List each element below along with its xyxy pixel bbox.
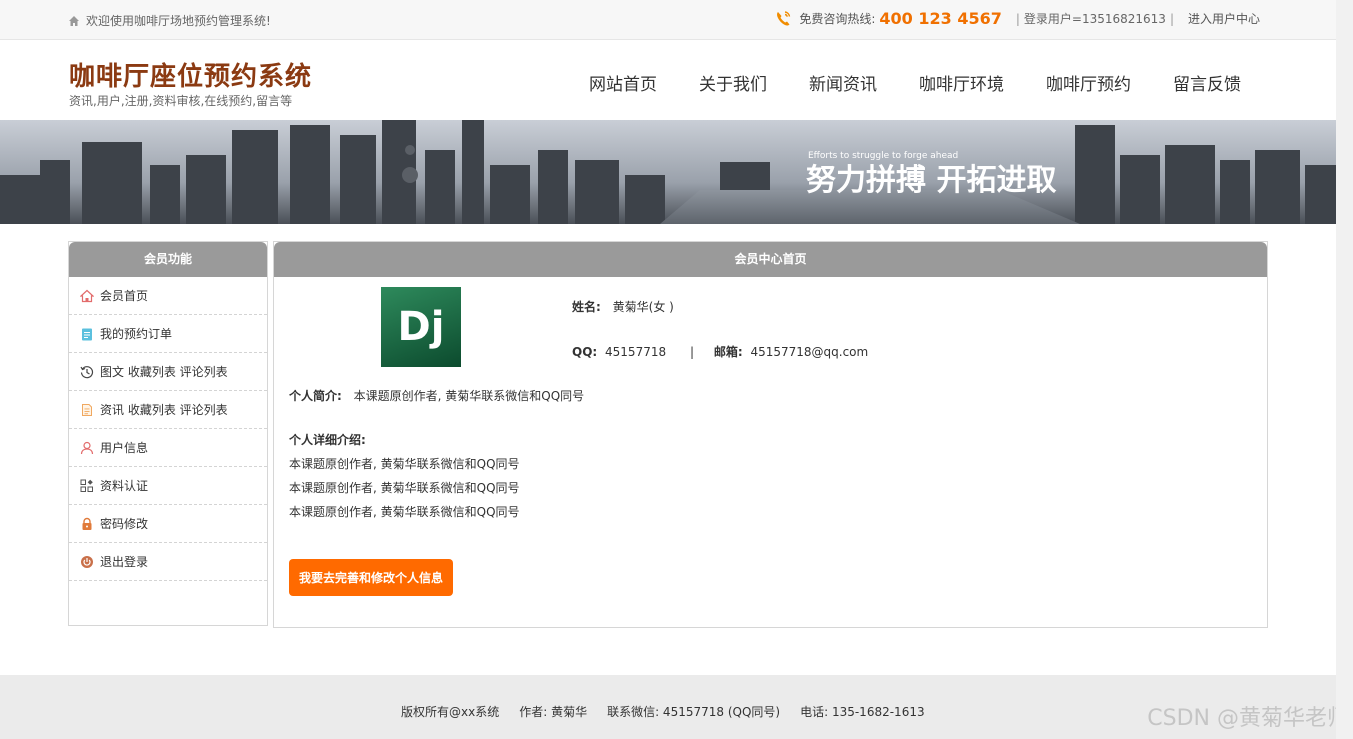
footer-phone: 电话: 135-1682-1613 xyxy=(800,705,925,719)
name-label: 姓名: xyxy=(572,300,601,314)
nav-feedback[interactable]: 留言反馈 xyxy=(1173,70,1241,95)
vertical-scrollbar[interactable] xyxy=(1336,0,1353,739)
sidebar-item-logout[interactable]: 退出登录 xyxy=(69,543,267,581)
member-sidebar: 会员功能 会员首页 我的预约订单 图文 收藏列表 评论列表 资讯 收藏列表 评论… xyxy=(68,241,268,626)
sidebar-item-my-orders[interactable]: 我的预约订单 xyxy=(69,315,267,353)
site-footer: 版权所有@xx系统 作者: 黄菊华 联系微信: 45157718 (QQ同号) … xyxy=(0,675,1336,739)
detail-label: 个人详细介绍: xyxy=(289,431,366,448)
sidebar-item-label: 我的预约订单 xyxy=(100,327,173,341)
sidebar-item-image-text-lists[interactable]: 图文 收藏列表 评论列表 xyxy=(69,353,267,391)
intro-field: 个人简介: 本课题原创作者, 黄菊华联系微信和QQ同号 xyxy=(289,387,584,404)
sidebar-item-label: 密码修改 xyxy=(100,517,149,531)
name-value: 黄菊华(女 ) xyxy=(612,300,674,314)
grid-icon xyxy=(80,479,93,492)
page: 欢迎使用咖啡厅场地预约管理系统! 免费咨询热线: 400 123 4567 | … xyxy=(0,0,1353,739)
site-title[interactable]: 咖啡厅座位预约系统 xyxy=(69,56,312,93)
home-icon xyxy=(80,289,94,302)
sidebar-item-change-password[interactable]: 密码修改 xyxy=(69,505,267,543)
home-icon xyxy=(69,15,79,26)
main-nav: 网站首页 关于我们 新闻资讯 咖啡厅环境 咖啡厅预约 留言反馈 xyxy=(568,70,1262,95)
banner-small-text: Efforts to struggle to forge ahead xyxy=(808,151,958,161)
user-icon xyxy=(80,441,94,454)
detail-line: 本课题原创作者, 黄菊华联系微信和QQ同号 xyxy=(289,481,520,495)
name-field: 姓名: 黄菊华(女 ) xyxy=(572,298,674,315)
nav-about[interactable]: 关于我们 xyxy=(699,70,767,95)
top-right-info: 免费咨询热线: 400 123 4567 | 登录用户=13516821613 … xyxy=(775,9,1260,28)
sidebar-item-verification[interactable]: 资料认证 xyxy=(69,467,267,505)
footer-info: 版权所有@xx系统 作者: 黄菊华 联系微信: 45157718 (QQ同号) … xyxy=(401,703,925,720)
footer-author: 作者: 黄菊华 xyxy=(519,705,588,719)
top-bar: 欢迎使用咖啡厅场地预约管理系统! 免费咨询热线: 400 123 4567 | … xyxy=(0,0,1336,40)
sidebar-item-label: 图文 收藏列表 评论列表 xyxy=(100,365,228,379)
phone-icon xyxy=(777,10,791,26)
nav-news[interactable]: 新闻资讯 xyxy=(809,70,877,95)
detail-label-text: 个人详细介绍: xyxy=(289,433,366,447)
welcome-text: 欢迎使用咖啡厅场地预约管理系统! xyxy=(86,14,271,28)
email-label: 邮箱: xyxy=(713,345,743,359)
member-center-panel: 会员中心首页 Dj 姓名: 黄菊华(女 ) QQ: 45157718 | 邮箱:… xyxy=(273,241,1268,628)
nav-environment[interactable]: 咖啡厅环境 xyxy=(919,70,1004,95)
qq-value: 45157718 xyxy=(605,345,667,359)
nav-home[interactable]: 网站首页 xyxy=(589,70,657,95)
sidebar-item-label: 用户信息 xyxy=(100,441,149,455)
banner-slogan: 努力拼搏 开拓进取 xyxy=(806,163,1056,198)
sidebar-item-user-info[interactable]: 用户信息 xyxy=(69,429,267,467)
clipboard-icon xyxy=(82,328,92,340)
avatar: Dj xyxy=(381,287,461,367)
contact-field: QQ: 45157718 | 邮箱: 45157718@qq.com xyxy=(572,343,868,360)
document-icon xyxy=(82,403,92,416)
nav-reservation[interactable]: 咖啡厅预约 xyxy=(1046,70,1131,95)
user-center-link[interactable]: 进入用户中心 xyxy=(1188,10,1260,27)
qq-label: QQ: xyxy=(572,345,598,359)
sidebar-item-label: 退出登录 xyxy=(100,555,149,569)
hotline-number: 400 123 4567 xyxy=(879,9,1002,28)
edit-profile-button[interactable]: 我要去完善和修改个人信息 xyxy=(289,559,453,596)
power-icon xyxy=(81,555,93,568)
site-subtitle: 资讯,用户,注册,资料审核,在线预约,留言等 xyxy=(69,94,293,108)
sidebar-item-label: 会员首页 xyxy=(100,289,149,303)
sidebar-item-member-home[interactable]: 会员首页 xyxy=(69,277,267,315)
divider: | xyxy=(1169,11,1174,26)
welcome-message: 欢迎使用咖啡厅场地预约管理系统! xyxy=(68,12,271,29)
sidebar-item-news-lists[interactable]: 资讯 收藏列表 评论列表 xyxy=(69,391,267,429)
intro-label: 个人简介: xyxy=(289,389,342,403)
detail-line: 本课题原创作者, 黄菊华联系微信和QQ同号 xyxy=(289,457,520,471)
site-header: 咖啡厅座位预约系统 资讯,用户,注册,资料审核,在线预约,留言等 网站首页 关于… xyxy=(0,40,1336,120)
city-skyline-image: Efforts to struggle to forge ahead 努力拼搏 … xyxy=(0,120,1336,224)
email-value: 45157718@qq.com xyxy=(750,345,869,359)
city-banner: Efforts to struggle to forge ahead 努力拼搏 … xyxy=(0,120,1336,224)
lock-icon xyxy=(82,517,92,530)
footer-copyright: 版权所有@xx系统 xyxy=(401,705,500,719)
footer-wechat: 联系微信: 45157718 (QQ同号) xyxy=(607,705,781,719)
intro-value: 本课题原创作者, 黄菊华联系微信和QQ同号 xyxy=(353,389,585,403)
sidebar-item-label: 资料认证 xyxy=(100,479,149,493)
login-user: 登录用户=13516821613 xyxy=(1023,12,1166,26)
detail-line: 本课题原创作者, 黄菊华联系微信和QQ同号 xyxy=(289,505,520,519)
hotline-label: 免费咨询热线: xyxy=(799,12,876,26)
sidebar-item-label: 资讯 收藏列表 评论列表 xyxy=(100,403,228,417)
main-panel-title: 会员中心首页 xyxy=(274,242,1267,277)
sidebar-title: 会员功能 xyxy=(69,242,267,277)
divider: | xyxy=(1015,11,1020,26)
contact-divider: | xyxy=(689,345,694,359)
csdn-watermark: CSDN @黄菊华老师 xyxy=(1147,706,1349,731)
history-icon xyxy=(80,365,94,378)
